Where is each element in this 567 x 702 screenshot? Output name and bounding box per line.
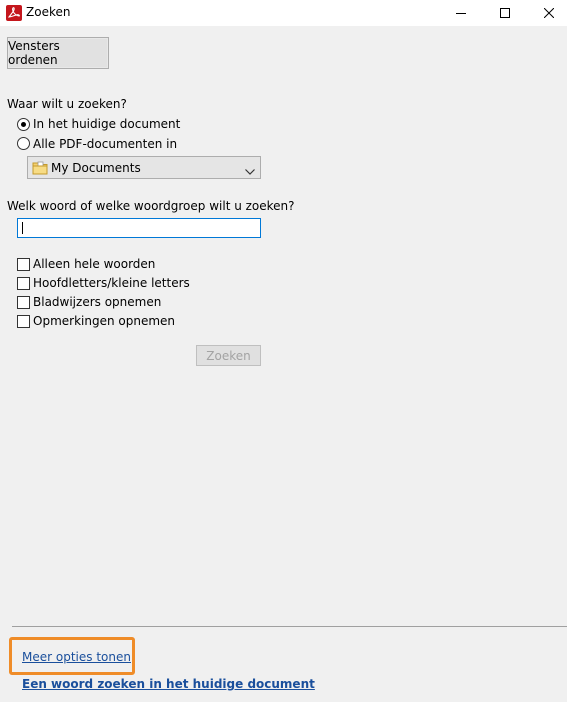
find-in-document-link[interactable]: Een woord zoeken in het huidige document <box>22 677 315 691</box>
minimize-button[interactable] <box>438 0 484 26</box>
radio-all-pdfs-label: Alle PDF-documenten in <box>33 137 178 151</box>
title-bar: Zoeken <box>0 0 567 26</box>
where-heading: Waar wilt u zoeken? <box>7 97 127 111</box>
radio-current-label: In het huidige document <box>33 117 181 131</box>
close-button[interactable] <box>526 0 567 26</box>
checkbox[interactable] <box>17 315 30 328</box>
minimize-icon <box>456 13 466 14</box>
search-button[interactable]: Zoeken <box>196 345 261 366</box>
folder-dropdown-value: My Documents <box>51 161 141 175</box>
radio-button-checked[interactable] <box>17 118 30 131</box>
window-title: Zoeken <box>26 5 71 19</box>
acrobat-icon <box>6 5 22 21</box>
checkbox[interactable] <box>17 296 30 309</box>
close-icon <box>544 8 554 18</box>
folder-icon <box>32 161 48 175</box>
radio-button[interactable] <box>17 137 30 150</box>
text-caret <box>22 222 23 234</box>
option-label: Alleen hele woorden <box>33 257 156 271</box>
option-label: Bladwijzers opnemen <box>33 295 162 309</box>
chevron-down-icon <box>245 164 255 178</box>
folder-dropdown[interactable]: My Documents <box>27 156 261 179</box>
divider <box>12 626 567 627</box>
option-label: Hoofdletters/kleine letters <box>33 276 190 290</box>
checkbox[interactable] <box>17 258 30 271</box>
more-options-link[interactable]: Meer opties tonen <box>22 650 131 664</box>
maximize-icon <box>500 8 510 18</box>
arrange-windows-button[interactable]: Vensters ordenen <box>7 37 109 69</box>
query-heading: Welk woord of welke woordgroep wilt u zo… <box>7 199 295 213</box>
checkbox[interactable] <box>17 277 30 290</box>
option-label: Opmerkingen opnemen <box>33 314 176 328</box>
search-term-input[interactable] <box>17 218 261 238</box>
maximize-button[interactable] <box>482 0 528 26</box>
